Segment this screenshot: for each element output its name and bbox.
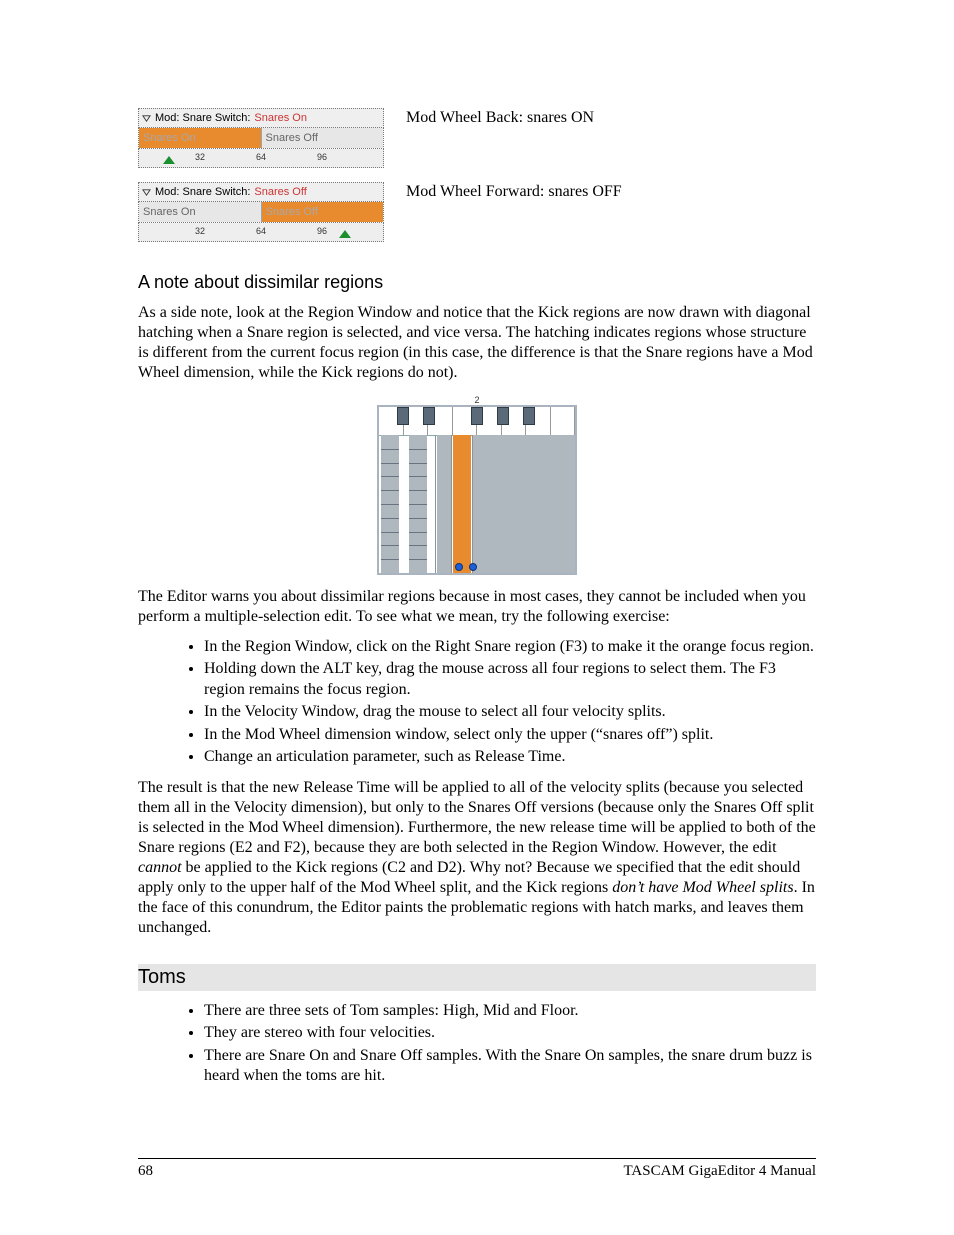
- list-item: There are three sets of Tom samples: Hig…: [204, 1001, 816, 1021]
- mod-ruler[interactable]: 32 64 96: [138, 149, 384, 168]
- list-item: Change an articulation parameter, such a…: [204, 747, 816, 767]
- region-empty: [473, 435, 575, 573]
- list-item: In the Region Window, click on the Right…: [204, 637, 816, 657]
- body-text: As a side note, look at the Region Windo…: [138, 303, 816, 383]
- triangle-down-icon: [142, 114, 151, 123]
- mod-ruler[interactable]: 32 64 96: [138, 223, 384, 242]
- body-text: The result is that the new Release Time …: [138, 778, 816, 938]
- panel-caption: Mod Wheel Forward: snares OFF: [406, 182, 816, 201]
- region-kick-d2[interactable]: [409, 435, 427, 573]
- region-handle-icon[interactable]: [455, 563, 463, 571]
- panel-title[interactable]: Mod: Snare Switch: Snares Off: [138, 182, 384, 202]
- manual-title: TASCAM GigaEditor 4 Manual: [623, 1163, 816, 1180]
- toms-list: There are three sets of Tom samples: Hig…: [138, 1001, 816, 1087]
- list-item: In the Mod Wheel dimension window, selec…: [204, 725, 816, 745]
- panel-label: Mod: Snare Switch:: [155, 112, 250, 124]
- panel-title[interactable]: Mod: Snare Switch: Snares On: [138, 108, 384, 128]
- heading-toms: Toms: [138, 964, 816, 991]
- split-snares-on[interactable]: Snares On: [139, 128, 262, 148]
- region-handle-icon[interactable]: [469, 563, 477, 571]
- mod-panel-snares-on: Mod: Snare Switch: Snares On Snares On S…: [138, 108, 384, 168]
- page-number: 68: [138, 1163, 153, 1180]
- triangle-down-icon: [142, 188, 151, 197]
- octave-label: 2: [474, 395, 479, 405]
- list-item: In the Velocity Window, drag the mouse t…: [204, 702, 816, 722]
- panel-state: Snares Off: [254, 186, 306, 198]
- panel-state: Snares On: [254, 112, 307, 124]
- mod-pointer-icon[interactable]: [163, 156, 175, 164]
- exercise-list: In the Region Window, click on the Right…: [138, 637, 816, 768]
- split-snares-off[interactable]: Snares Off: [262, 202, 384, 222]
- heading-dissimilar: A note about dissimilar regions: [138, 272, 816, 293]
- keyboard-strip: [379, 407, 575, 436]
- split-snares-off[interactable]: Snares Off: [262, 128, 384, 148]
- panel-caption: Mod Wheel Back: snares ON: [406, 108, 816, 127]
- region-kick-c2[interactable]: [381, 435, 399, 573]
- page-footer: 68 TASCAM GigaEditor 4 Manual: [138, 1158, 816, 1180]
- mod-pointer-icon[interactable]: [339, 230, 351, 238]
- region-snare-f2[interactable]: [453, 435, 471, 573]
- body-text: The Editor warns you about dissimilar re…: [138, 587, 816, 627]
- region-snare-e2[interactable]: [437, 435, 451, 573]
- split-snares-on[interactable]: Snares On: [139, 202, 262, 222]
- list-item: There are Snare On and Snare Off samples…: [204, 1046, 816, 1087]
- list-item: They are stereo with four velocities.: [204, 1023, 816, 1043]
- region-window-figure: 2: [377, 393, 577, 575]
- mod-panel-snares-off: Mod: Snare Switch: Snares Off Snares On …: [138, 182, 384, 242]
- list-item: Holding down the ALT key, drag the mouse…: [204, 659, 816, 700]
- panel-label: Mod: Snare Switch:: [155, 186, 250, 198]
